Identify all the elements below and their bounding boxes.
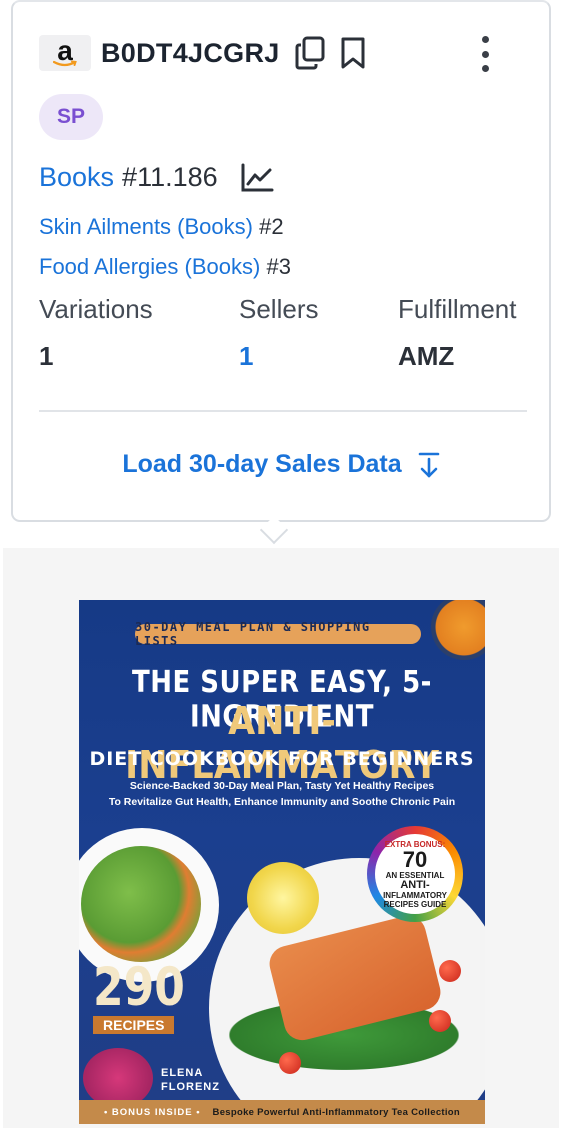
sp-badge: SP — [39, 94, 103, 140]
tomato-graphic — [439, 960, 461, 982]
author-last-name: FLORENZ — [161, 1081, 220, 1093]
footer-bonus-label: • BONUS INSIDE • — [103, 1106, 201, 1118]
sub-rank-item: Food Allergies (Books) #3 — [39, 254, 291, 280]
cover-subtitle: Science-Backed 30-Day Meal Plan, Tasty Y… — [79, 778, 485, 810]
card-header: a B0DT4JCGRJ — [39, 34, 529, 72]
cover-subtitle-line1: Science-Backed 30-Day Meal Plan, Tasty Y… — [129, 780, 435, 792]
sub-rank-category-link[interactable]: Skin Ailments (Books) — [39, 214, 253, 239]
sub-rank-item: Skin Ailments (Books) #2 — [39, 214, 284, 240]
product-image-area: 30-DAY MEAL PLAN & SHOPPING LISTS THE SU… — [3, 548, 559, 1128]
bonus-text2: ANTI- — [400, 878, 430, 891]
trend-chart-icon[interactable] — [240, 163, 274, 193]
more-options-icon[interactable] — [479, 36, 491, 72]
tomato-graphic — [279, 1052, 301, 1074]
recipes-count: 290 RECIPES — [93, 961, 185, 1035]
sub-rank-number: #2 — [259, 214, 284, 239]
main-rank-number: #11.186 — [122, 162, 218, 192]
fulfillment-stat: Fulfillment AMZ — [398, 294, 516, 372]
soup-bowl-graphic — [431, 600, 485, 660]
product-card: a B0DT4JCGRJ SP Books #11.186 Skin Ailme… — [11, 0, 551, 522]
cover-meal-plan-pill: 30-DAY MEAL PLAN & SHOPPING LISTS — [135, 620, 421, 648]
bonus-text3: INFLAMMATORY — [383, 890, 447, 900]
variations-label: Variations — [39, 294, 153, 324]
arrow-down-icon — [418, 452, 439, 477]
bookmark-icon[interactable] — [340, 36, 366, 70]
bonus-text4: RECIPES GUIDE — [383, 899, 447, 909]
cover-title-line2: ANTI-INFLAMMATORY — [125, 700, 439, 788]
load-sales-data-label: Load 30-day Sales Data — [122, 450, 402, 478]
cover-subtitle-line2: To Revitalize Gut Health, Enhance Immuni… — [108, 796, 456, 808]
asin-text: B0DT4JCGRJ — [101, 37, 280, 68]
variations-stat: Variations 1 — [39, 294, 153, 372]
recipes-label: RECIPES — [93, 1016, 175, 1034]
main-rank-category-link[interactable]: Books — [39, 162, 114, 193]
load-sales-data-button[interactable]: Load 30-day Sales Data — [13, 450, 549, 479]
divider — [39, 410, 527, 412]
product-panel: a B0DT4JCGRJ SP Books #11.186 Skin Ailme… — [0, 0, 566, 1146]
sellers-label: Sellers — [239, 294, 319, 324]
author-first-name: ELENA — [161, 1067, 204, 1079]
salad-graphic — [81, 846, 201, 962]
fulfillment-value: AMZ — [398, 341, 455, 371]
book-cover-image[interactable]: 30-DAY MEAL PLAN & SHOPPING LISTS THE SU… — [79, 600, 485, 1124]
fulfillment-label: Fulfillment — [398, 294, 517, 324]
cover-footer-banner: • BONUS INSIDE • Bespoke Powerful Anti-I… — [79, 1100, 485, 1124]
amazon-logo-icon: a — [39, 35, 91, 71]
copy-icon[interactable] — [294, 36, 326, 70]
lemon-graphic — [247, 862, 319, 934]
beet-dip-graphic — [83, 1048, 153, 1108]
tomato-graphic — [429, 1010, 451, 1032]
variations-value: 1 — [39, 341, 54, 371]
sub-rank-category-link[interactable]: Food Allergies (Books) — [39, 254, 260, 279]
sub-rank-number: #3 — [266, 254, 291, 279]
main-rank: Books #11.186 — [39, 162, 274, 193]
sellers-value-link[interactable]: 1 — [239, 341, 318, 372]
bonus-number: 70 — [402, 846, 428, 872]
cover-title-line3: DIET COOKBOOK FOR BEGINNERS — [89, 748, 475, 770]
cover-author: ELENA FLORENZ — [161, 1066, 220, 1094]
recipes-number: 290 — [93, 956, 185, 1018]
bonus-badge: EXTRA BONUS: 70 AN ESSENTIAL ANTI- INFLA… — [375, 834, 455, 914]
footer-text: Bespoke Powerful Anti-Inflammatory Tea C… — [212, 1106, 461, 1118]
sellers-stat: Sellers 1 — [239, 294, 318, 372]
